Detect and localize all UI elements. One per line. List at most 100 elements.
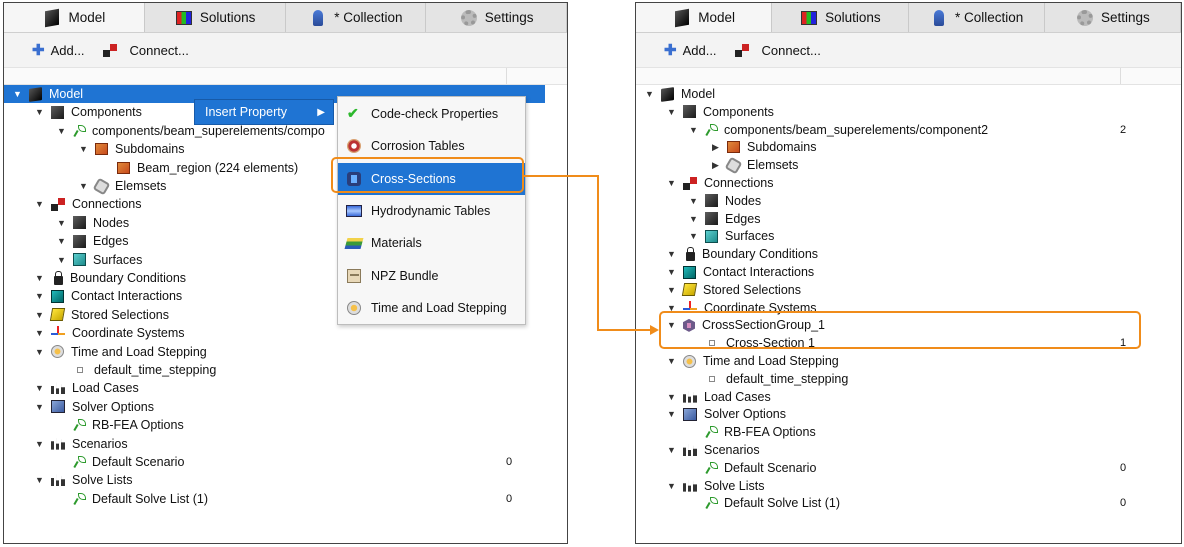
- collapse-arrow-icon[interactable]: ▼: [56, 254, 67, 265]
- tree-row[interactable]: ▼ components/beam_superelements/component…: [636, 121, 1181, 139]
- collapse-arrow-icon[interactable]: ▼: [12, 89, 23, 100]
- tree-row[interactable]: ▼ Edges: [636, 210, 1181, 228]
- submenu-arrow-icon: ▶: [317, 106, 325, 118]
- leaf-icon: [705, 426, 718, 438]
- tree-row[interactable]: ▼ Boundary Conditions: [636, 245, 1181, 263]
- tree-row[interactable]: ▼ Stored Selections: [636, 281, 1181, 299]
- expand-arrow-icon[interactable]: ▶: [710, 160, 721, 171]
- tree-row[interactable]: Default Solve List (1) 0: [636, 494, 1181, 512]
- menu-item-corrosion-tables[interactable]: Corrosion Tables: [338, 130, 525, 162]
- collapse-arrow-icon[interactable]: ▼: [34, 383, 45, 394]
- collapse-arrow-icon[interactable]: ▼: [56, 236, 67, 247]
- tab-model[interactable]: Model: [636, 3, 773, 32]
- collapse-arrow-icon[interactable]: ▼: [34, 346, 45, 357]
- collapse-arrow-icon[interactable]: ▼: [688, 213, 699, 224]
- tree-row[interactable]: ▼ Contact Interactions: [636, 263, 1181, 281]
- collapse-arrow-icon[interactable]: ▼: [78, 144, 89, 155]
- menu-item-materials[interactable]: Materials: [338, 227, 525, 259]
- collapse-arrow-icon[interactable]: ▼: [34, 309, 45, 320]
- tree-row[interactable]: ▼ Scenarios: [4, 435, 567, 453]
- tree-row[interactable]: ▶ Elemsets: [636, 156, 1181, 175]
- tab-model[interactable]: Model: [4, 3, 145, 32]
- collapse-arrow-icon[interactable]: ▼: [666, 249, 677, 260]
- collapse-arrow-icon[interactable]: ▼: [688, 124, 699, 135]
- tree-row[interactable]: ▼ Solver Options: [4, 398, 567, 416]
- tree-row[interactable]: ▼ Surfaces: [636, 227, 1181, 245]
- collapse-arrow-icon[interactable]: ▼: [34, 107, 45, 118]
- collapse-arrow-icon[interactable]: ▼: [666, 391, 677, 402]
- collapse-arrow-icon[interactable]: ▼: [666, 302, 677, 313]
- collapse-arrow-icon[interactable]: ▼: [688, 195, 699, 206]
- tree-row[interactable]: ▼ Model: [636, 85, 1181, 103]
- collapse-arrow-icon[interactable]: ▼: [666, 409, 677, 420]
- tree-row[interactable]: ▼ Nodes: [636, 192, 1181, 210]
- connect-button[interactable]: Connect...: [102, 43, 189, 58]
- clock-icon: [51, 345, 64, 359]
- collapse-arrow-icon[interactable]: ▼: [666, 445, 677, 456]
- collapse-arrow-icon[interactable]: ▼: [666, 106, 677, 117]
- tree-row[interactable]: ▼ Solve Lists: [4, 471, 567, 489]
- tree-row[interactable]: ▼ Coordinate Systems: [636, 299, 1181, 317]
- collapse-arrow-icon[interactable]: ▼: [688, 231, 699, 242]
- collapse-arrow-icon[interactable]: ▼: [34, 199, 45, 210]
- collapse-arrow-icon[interactable]: ▼: [666, 320, 677, 331]
- tree-row[interactable]: ▼ Load Cases: [636, 388, 1181, 406]
- collapse-arrow-icon[interactable]: ▼: [34, 438, 45, 449]
- tree-row[interactable]: default_time_stepping: [636, 370, 1181, 388]
- collapse-arrow-icon[interactable]: ▼: [78, 181, 89, 192]
- collapse-arrow-icon[interactable]: ▼: [34, 475, 45, 486]
- tree-row[interactable]: ▼ CrossSectionGroup_1: [636, 316, 1181, 334]
- tree-row[interactable]: Default Solve List (1) 0: [4, 490, 567, 508]
- solve-lists-icon: [683, 479, 697, 492]
- tab-solutions[interactable]: Solutions: [144, 3, 286, 32]
- expand-arrow-icon[interactable]: ▶: [710, 142, 721, 153]
- tree-row[interactable]: Default Scenario 0: [636, 459, 1181, 477]
- tree-row[interactable]: ▼ Load Cases: [4, 379, 567, 397]
- tree-row[interactable]: ▼ Components: [636, 103, 1181, 121]
- collapse-arrow-icon[interactable]: ▼: [644, 89, 655, 100]
- component-leaf-icon: [73, 124, 86, 137]
- menu-item-time-and-load-stepping[interactable]: Time and Load Stepping: [338, 292, 525, 324]
- menu-item-cross-sections[interactable]: Cross-Sections: [338, 162, 525, 195]
- tab-solutions[interactable]: Solutions: [772, 3, 909, 32]
- collapse-arrow-icon[interactable]: ▼: [56, 217, 67, 228]
- tree-row[interactable]: ▼ Time and Load Stepping: [4, 343, 567, 361]
- menu-item-hydrodynamic-tables[interactable]: Hydrodynamic Tables: [338, 195, 525, 227]
- tab-settings[interactable]: Settings: [426, 3, 567, 32]
- collapse-arrow-icon[interactable]: ▼: [34, 401, 45, 412]
- tree-row[interactable]: Cross-Section 1 1: [636, 334, 1181, 352]
- menu-item-insert-property[interactable]: Insert Property ▶: [194, 99, 334, 125]
- tree-row-label: Subdomains: [115, 142, 185, 157]
- menu-item-label: NPZ Bundle: [371, 268, 439, 283]
- add-button[interactable]: ✚ Add...: [32, 41, 85, 59]
- tree-row[interactable]: ▶ Subdomains: [636, 138, 1181, 156]
- add-button[interactable]: ✚ Add...: [664, 41, 717, 59]
- collapse-arrow-icon[interactable]: ▼: [666, 267, 677, 278]
- tab-collection[interactable]: * Collection: [908, 3, 1045, 32]
- collapse-arrow-icon[interactable]: ▼: [56, 125, 67, 136]
- collapse-arrow-icon[interactable]: ▼: [34, 273, 45, 284]
- collapse-arrow-icon[interactable]: ▼: [666, 178, 677, 189]
- tree-row[interactable]: RB-FEA Options: [4, 416, 567, 434]
- collapse-arrow-icon[interactable]: ▼: [34, 328, 45, 339]
- menu-item-npz-bundle[interactable]: NPZ Bundle: [338, 260, 525, 292]
- tree-row[interactable]: ▼ Solver Options: [636, 405, 1181, 423]
- connect-button[interactable]: Connect...: [734, 43, 821, 58]
- tree-row[interactable]: ▼ Connections: [636, 174, 1181, 192]
- tree-row[interactable]: ▼ Scenarios: [636, 441, 1181, 459]
- tree-row[interactable]: RB-FEA Options: [636, 423, 1181, 441]
- collapse-arrow-icon[interactable]: ▼: [666, 284, 677, 295]
- corrosion-icon: [346, 138, 362, 154]
- menu-item-code-check-properties[interactable]: ✔ Code-check Properties: [338, 98, 525, 130]
- tab-collection[interactable]: * Collection: [285, 3, 427, 32]
- collapse-arrow-icon[interactable]: ▼: [666, 480, 677, 491]
- tab-settings[interactable]: Settings: [1044, 3, 1181, 32]
- tree-row[interactable]: ▼ Time and Load Stepping: [636, 352, 1181, 370]
- menu-item-label: Hydrodynamic Tables: [371, 203, 491, 218]
- collapse-arrow-icon[interactable]: ▼: [34, 291, 45, 302]
- tree-row[interactable]: ▼ Coordinate Systems: [4, 324, 567, 342]
- tree-row[interactable]: default_time_stepping: [4, 361, 567, 379]
- collapse-arrow-icon[interactable]: ▼: [666, 356, 677, 367]
- tree-row[interactable]: Default Scenario 0: [4, 453, 567, 471]
- tree-row[interactable]: ▼ Solve Lists: [636, 477, 1181, 495]
